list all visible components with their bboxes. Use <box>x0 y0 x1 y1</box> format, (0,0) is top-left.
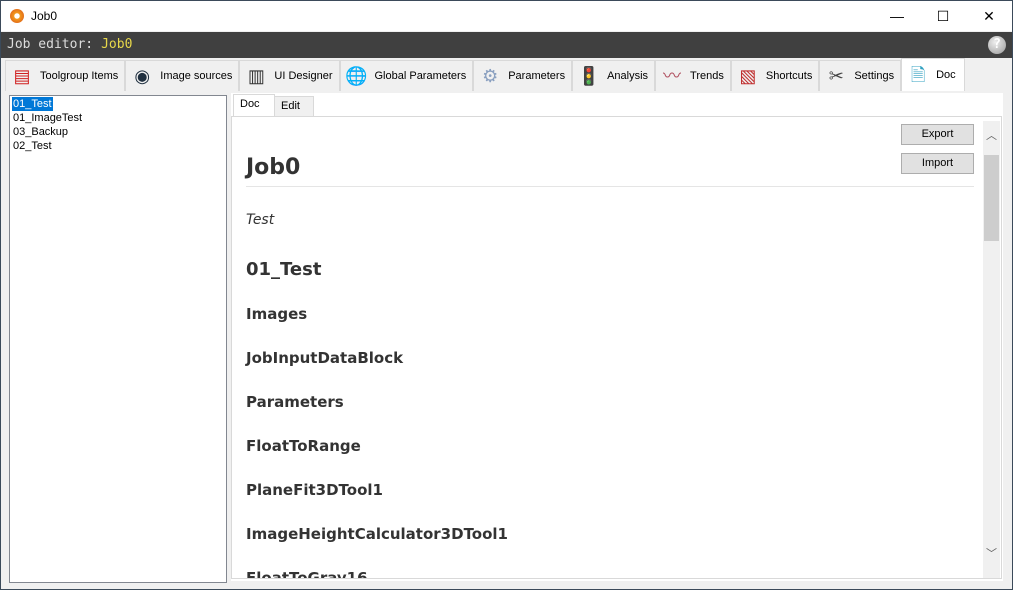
tab-label: Trends <box>690 70 724 82</box>
vertical-scrollbar[interactable]: ︿ ﹀ <box>983 121 1000 578</box>
doc-section-heading: Images <box>246 305 308 323</box>
tab-doc[interactable]: Doc <box>233 94 275 117</box>
doc-title: Job0 <box>246 155 974 187</box>
doc-section-heading: ImageHeightCalculator3DTool1 <box>246 525 508 543</box>
app-gear-icon <box>10 9 24 23</box>
tab-parameters[interactable]: ⚙ Parameters <box>473 60 573 91</box>
export-button[interactable]: Export <box>901 124 974 145</box>
job-editor-bar: Job editor: Job0 ? <box>1 32 1012 58</box>
scroll-up-icon[interactable]: ︿ <box>983 127 1000 143</box>
tab-image-sources[interactable]: ◉ Image sources <box>125 60 240 91</box>
tab-label: Toolgroup Items <box>40 70 119 82</box>
trend-icon: 〰 <box>663 66 682 86</box>
main-tabs: ▤ Toolgroup Items ◉ Image sources ▥ UI Design… <box>5 58 965 91</box>
close-button[interactable]: ✕ <box>966 1 1012 31</box>
sliders-icon: ▥ <box>247 66 265 86</box>
camera-lens-icon: ◉ <box>134 66 151 86</box>
tab-label: Shortcuts <box>765 70 813 82</box>
shortcut-icon: ▧ <box>739 66 757 86</box>
doc-section-heading: FloatToGray16 <box>246 569 368 579</box>
doc-description: Test <box>246 212 275 228</box>
document-icon: 🗎 <box>910 65 926 85</box>
window-title: Job0 <box>31 9 58 23</box>
doc-section-heading: Parameters <box>246 393 344 411</box>
tools-icon: ✂ <box>828 66 844 86</box>
tab-label: Doc <box>936 69 956 81</box>
tab-settings[interactable]: ✂ Settings <box>819 60 902 91</box>
help-icon[interactable]: ? <box>988 36 1006 54</box>
doc-panel: Doc Edit Job0 Test 01_Test Images JobInpu… <box>231 93 1003 581</box>
tab-ui-designer[interactable]: ▥ UI Designer <box>239 60 340 91</box>
tab-analysis[interactable]: 🚦 Analysis <box>572 60 656 91</box>
doc-section-heading: FloatToRange <box>246 437 361 455</box>
minimize-button[interactable]: — <box>874 1 920 31</box>
doc-section-heading: JobInputDataBlock <box>246 349 404 367</box>
traffic-light-icon: 🚦 <box>577 66 601 86</box>
tab-trends[interactable]: 〰 Trends <box>655 60 731 91</box>
doc-group-heading: 01_Test <box>246 259 322 280</box>
tab-global-parameters[interactable]: 🌐 Global Parameters <box>339 60 474 91</box>
tab-label: Analysis <box>607 70 649 82</box>
toolgroup-list[interactable]: 01_Test 01_ImageTest 03_Backup 02_Test <box>9 95 227 583</box>
tab-label: Parameters <box>508 70 566 82</box>
gear-icon: ⚙ <box>482 66 499 86</box>
toolgroup-item[interactable]: 02_Test <box>12 139 53 153</box>
import-button[interactable]: Import <box>901 153 974 174</box>
doc-section-heading: PlaneFit3DTool1 <box>246 481 383 499</box>
scroll-down-icon[interactable]: ﹀ <box>983 545 1000 561</box>
globe-gear-icon: 🌐 <box>345 66 368 86</box>
toolgroup-item[interactable]: 03_Backup <box>12 125 69 139</box>
tab-edit[interactable]: Edit <box>274 96 314 117</box>
tab-toolgroup-items[interactable]: ▤ Toolgroup Items <box>5 60 126 91</box>
tab-doc[interactable]: 🗎 Doc <box>901 58 965 91</box>
tab-label: Global Parameters <box>374 70 467 82</box>
job-name: Job0 <box>101 37 133 52</box>
application-window: Job0 — ☐ ✕ Job editor: Job0 ? ▤ Toolgroup … <box>0 0 1013 590</box>
title-bar: Job0 — ☐ ✕ <box>1 1 1012 31</box>
tab-label: UI Designer <box>274 70 333 82</box>
toolgroup-icon: ▤ <box>13 66 31 86</box>
tab-shortcuts[interactable]: ▧ Shortcuts <box>730 60 820 91</box>
toolgroup-item[interactable]: 01_Test <box>12 97 53 111</box>
toolgroup-item[interactable]: 01_ImageTest <box>12 111 83 125</box>
tab-label: Image sources <box>160 70 233 82</box>
maximize-button[interactable]: ☐ <box>920 1 966 31</box>
job-editor-label: Job editor: <box>7 37 94 52</box>
scrollbar-thumb[interactable] <box>984 155 999 241</box>
doc-view: Job0 Test 01_Test Images JobInputDataBloc… <box>231 116 1002 579</box>
tab-label: Settings <box>854 70 895 82</box>
